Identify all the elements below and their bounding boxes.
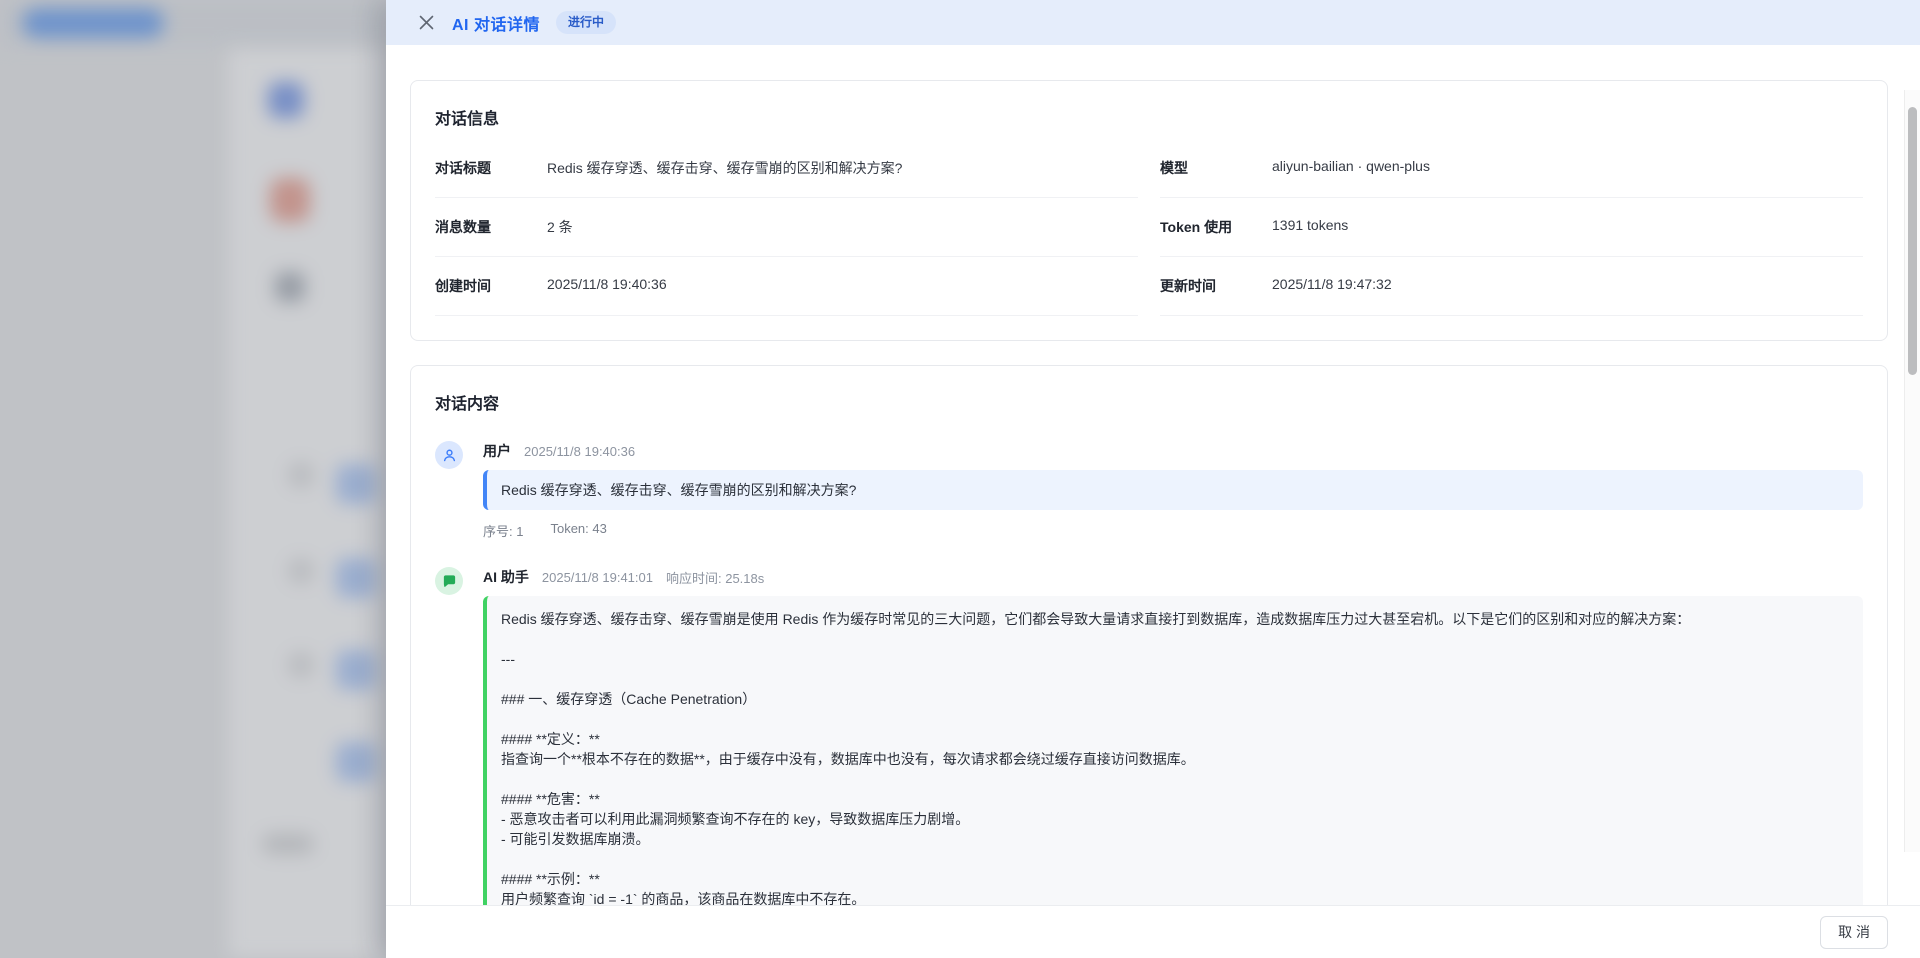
field-label: 创建时间 (435, 276, 547, 296)
conversation-info-card: 对话信息 对话标题 Redis 缓存穿透、缓存击穿、缓存雪崩的区别和解决方案? … (410, 80, 1888, 341)
drawer-body: 对话信息 对话标题 Redis 缓存穿透、缓存击穿、缓存雪崩的区别和解决方案? … (386, 45, 1920, 905)
field-value: 2025/11/8 19:47:32 (1272, 276, 1392, 292)
user-message-meta: 序号: 1 Token: 43 (483, 521, 1863, 540)
content-card-title: 对话内容 (435, 390, 1863, 414)
message-time: 2025/11/8 19:40:36 (524, 444, 635, 459)
field-updated-time: 更新时间 2025/11/8 19:47:32 (1160, 257, 1863, 316)
close-icon (419, 15, 434, 30)
user-message-body: 用户 2025/11/8 19:40:36 Redis 缓存穿透、缓存击穿、缓存… (483, 441, 1863, 540)
assistant-message-body: AI 助手 2025/11/8 19:41:01 响应时间: 25.18s Re… (483, 567, 1863, 905)
field-value: 1391 tokens (1272, 217, 1348, 233)
field-label: 模型 (1160, 158, 1272, 178)
drawer-title: AI 对话详情 (452, 11, 540, 35)
field-value: 2 条 (547, 217, 573, 237)
cancel-button[interactable]: 取 消 (1820, 916, 1888, 949)
status-badge: 进行中 (556, 11, 616, 33)
message-role: AI 助手 (483, 567, 529, 587)
message-seq: 序号: 1 (483, 521, 523, 540)
user-message-head: 用户 2025/11/8 19:40:36 (483, 441, 1863, 461)
drawer-header: AI 对话详情 进行中 (386, 0, 1920, 45)
field-value: 2025/11/8 19:40:36 (547, 276, 667, 292)
conversation-content-card: 对话内容 用户 2025/11/8 19:40:36 Redis 缓存穿透、缓存… (410, 365, 1888, 905)
message-response-time: 响应时间: 25.18s (666, 568, 764, 587)
field-label: 对话标题 (435, 158, 547, 178)
field-value: Redis 缓存穿透、缓存击穿、缓存雪崩的区别和解决方案? (547, 158, 902, 178)
field-label: 更新时间 (1160, 276, 1272, 296)
close-button[interactable] (416, 13, 436, 33)
ai-conversation-detail-drawer: AI 对话详情 进行中 对话信息 对话标题 Redis 缓存穿透、缓存击穿、缓存… (386, 0, 1920, 958)
field-label: 消息数量 (435, 217, 547, 237)
message-role: 用户 (483, 441, 511, 461)
user-icon (442, 448, 457, 463)
chat-bubble-icon (442, 574, 457, 589)
info-card-title: 对话信息 (435, 105, 1863, 129)
user-avatar (435, 441, 463, 469)
info-fields: 对话标题 Redis 缓存穿透、缓存击穿、缓存雪崩的区别和解决方案? 模型 al… (435, 139, 1863, 316)
field-conversation-title: 对话标题 Redis 缓存穿透、缓存击穿、缓存雪崩的区别和解决方案? (435, 139, 1138, 198)
message-token: Token: 43 (550, 521, 606, 540)
field-model: 模型 aliyun-bailian · qwen-plus (1160, 139, 1863, 198)
field-created-time: 创建时间 2025/11/8 19:40:36 (435, 257, 1138, 316)
assistant-message-bubble: Redis 缓存穿透、缓存击穿、缓存雪崩是使用 Redis 作为缓存时常见的三大… (483, 596, 1863, 905)
scrollbar-thumb[interactable] (1908, 107, 1917, 375)
message-time: 2025/11/8 19:41:01 (542, 570, 653, 585)
field-value: aliyun-bailian · qwen-plus (1272, 158, 1430, 174)
assistant-avatar (435, 567, 463, 595)
message-assistant: AI 助手 2025/11/8 19:41:01 响应时间: 25.18s Re… (435, 567, 1863, 905)
field-token-usage: Token 使用 1391 tokens (1160, 198, 1863, 257)
drawer-footer: 取 消 (386, 905, 1920, 958)
message-user: 用户 2025/11/8 19:40:36 Redis 缓存穿透、缓存击穿、缓存… (435, 441, 1863, 540)
field-label: Token 使用 (1160, 217, 1272, 237)
assistant-message-head: AI 助手 2025/11/8 19:41:01 响应时间: 25.18s (483, 567, 1863, 587)
user-message-bubble: Redis 缓存穿透、缓存击穿、缓存雪崩的区别和解决方案? (483, 470, 1863, 510)
field-message-count: 消息数量 2 条 (435, 198, 1138, 257)
